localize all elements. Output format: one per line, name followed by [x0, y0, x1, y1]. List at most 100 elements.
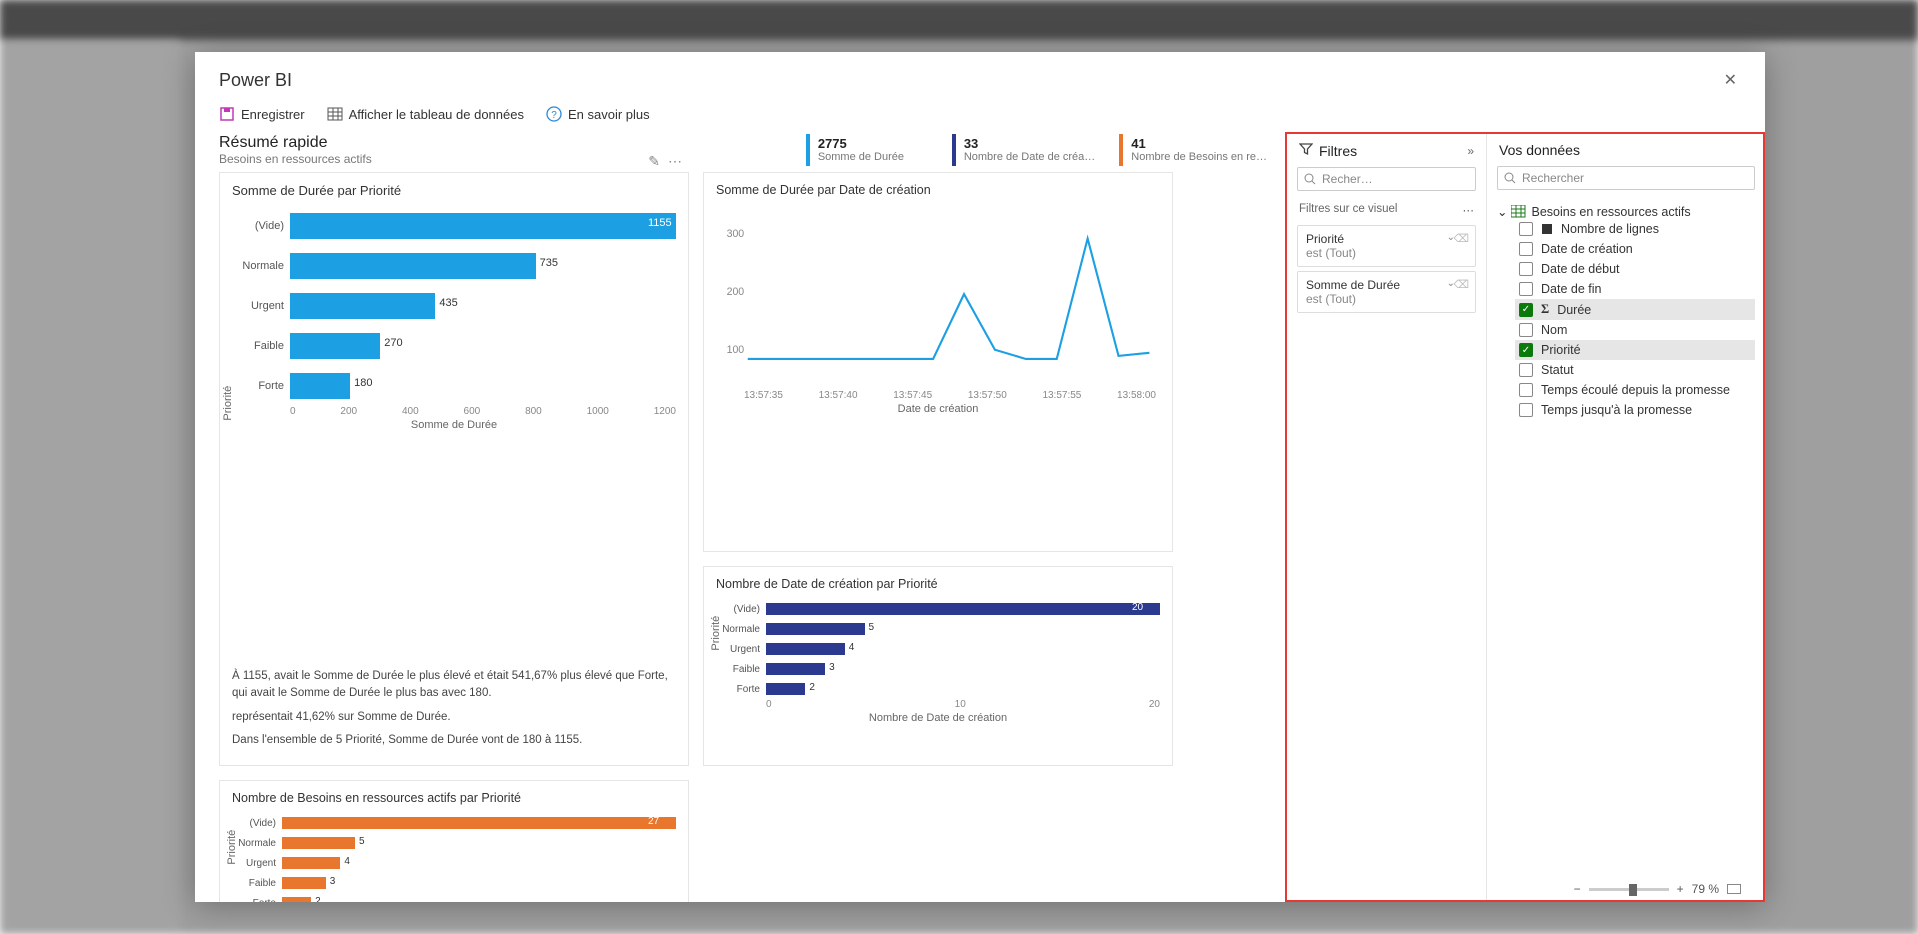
field-label: Temps jusqu'à la promesse	[1541, 403, 1692, 417]
bar-row: Forte 2	[716, 679, 1160, 699]
field-label: Priorité	[1541, 343, 1581, 357]
bar-row: Normale 735	[232, 246, 676, 286]
chart-title: Nombre de Besoins en ressources actifs p…	[232, 791, 676, 805]
summary-subtitle: Besoins en ressources actifs	[219, 152, 372, 166]
search-icon	[1304, 173, 1316, 185]
data-field-row[interactable]: Σ Durée	[1515, 299, 1755, 320]
learn-more-button[interactable]: ? En savoir plus	[546, 106, 650, 122]
data-field-row[interactable]: Date de création	[1515, 239, 1755, 259]
chart-card-count-need[interactable]: Nombre de Besoins en ressources actifs p…	[219, 780, 689, 902]
save-button[interactable]: Enregistrer	[219, 106, 305, 122]
svg-text:100: 100	[727, 344, 745, 356]
chevron-down-icon: ⌄	[1497, 204, 1507, 219]
bar-row: (Vide) 27	[232, 813, 676, 833]
checkbox[interactable]	[1519, 403, 1533, 417]
checkbox[interactable]	[1519, 262, 1533, 276]
edit-icon[interactable]: ✎	[648, 153, 660, 170]
svg-text:?: ?	[551, 110, 557, 121]
bar-row: (Vide) 1155	[232, 206, 676, 246]
checkbox[interactable]	[1519, 282, 1533, 296]
svg-text:200: 200	[727, 286, 745, 298]
checkbox[interactable]	[1519, 303, 1533, 317]
data-pane-title: Vos données	[1499, 142, 1580, 158]
bar-row: Forte 180	[232, 366, 676, 406]
insight-text: représentait 41,62% sur Somme de Durée.	[232, 709, 676, 726]
kpi-value: 33	[964, 136, 1095, 151]
chart-card-count-date[interactable]: Nombre de Date de création par Priorité …	[703, 566, 1173, 766]
insight-text: Dans l'ensemble de 5 Priorité, Somme de …	[232, 732, 676, 749]
table-icon	[1511, 205, 1527, 219]
bar-row: Normale 5	[232, 833, 676, 853]
field-label: Date de début	[1541, 262, 1620, 276]
checkbox[interactable]	[1519, 383, 1533, 397]
field-label: Temps écoulé depuis la promesse	[1541, 383, 1730, 397]
kpi-label: Nombre de Besoins en re…	[1131, 151, 1267, 163]
field-label: Nombre de lignes	[1561, 222, 1659, 236]
clear-filter-icon[interactable]: ⌫	[1453, 278, 1469, 291]
field-label: Statut	[1541, 363, 1574, 377]
filters-search-input[interactable]: Recher…	[1297, 167, 1476, 191]
bar-row: Normale 5	[716, 619, 1160, 639]
close-icon[interactable]: ✕	[1720, 66, 1741, 94]
field-label: Durée	[1557, 303, 1591, 317]
svg-text:300: 300	[727, 228, 745, 240]
data-search-input[interactable]: Rechercher	[1497, 166, 1755, 190]
data-field-row[interactable]: Temps jusqu'à la promesse	[1515, 400, 1755, 420]
kpi-label: Nombre de Date de créa…	[964, 151, 1095, 163]
chart-card-duree-priorite[interactable]: ✎ ⋯ Somme de Durée par Priorité Priorité…	[219, 172, 689, 766]
save-icon	[219, 106, 235, 122]
bar-row: Urgent 4	[716, 639, 1160, 659]
powerbi-modal: Power BI ✕ Enregistrer Afficher le table…	[195, 52, 1765, 902]
sigma-icon: Σ	[1541, 302, 1549, 317]
data-field-row[interactable]: Priorité	[1515, 340, 1755, 360]
data-field-row[interactable]: Statut	[1515, 360, 1755, 380]
filters-title: Filtres	[1319, 143, 1357, 159]
kpi-card[interactable]: 33 Nombre de Date de créa…	[952, 134, 1103, 166]
data-field-row[interactable]: Nom	[1515, 320, 1755, 340]
filter-card[interactable]: Somme de Duréeest (Tout) ⌄ ⌫	[1297, 271, 1476, 313]
chart-title: Somme de Durée par Date de création	[716, 183, 1160, 197]
data-pane: Vos données Rechercher ⌄ Besoins en ress…	[1487, 132, 1765, 902]
summary-title: Résumé rapide	[219, 134, 372, 152]
count-icon	[1541, 223, 1553, 235]
filter-card[interactable]: Prioritéest (Tout) ⌄ ⌫	[1297, 225, 1476, 267]
chart-title: Somme de Durée par Priorité	[232, 183, 676, 198]
more-icon[interactable]: ⋯	[668, 153, 682, 170]
kpi-label: Somme de Durée	[818, 151, 928, 163]
checkbox[interactable]	[1519, 323, 1533, 337]
data-field-row[interactable]: Date de fin	[1515, 279, 1755, 299]
bar-row: Faible 270	[232, 326, 676, 366]
chart-card-duree-date[interactable]: Somme de Durée par Date de création 300 …	[703, 172, 1173, 552]
kpi-value: 41	[1131, 136, 1267, 151]
clear-filter-icon[interactable]: ⌫	[1453, 232, 1469, 245]
data-field-row[interactable]: Temps écoulé depuis la promesse	[1515, 380, 1755, 400]
insight-text: À 1155, avait le Somme de Durée le plus …	[232, 668, 676, 703]
data-field-row[interactable]: Date de début	[1515, 259, 1755, 279]
kpi-card[interactable]: 41 Nombre de Besoins en re…	[1119, 134, 1275, 166]
field-label: Date de fin	[1541, 282, 1601, 296]
search-icon	[1504, 172, 1516, 184]
checkbox[interactable]	[1519, 242, 1533, 256]
filter-icon	[1299, 142, 1313, 159]
field-label: Date de création	[1541, 242, 1633, 256]
bar-row: (Vide) 20	[716, 599, 1160, 619]
checkbox[interactable]	[1519, 222, 1533, 236]
collapse-icon[interactable]: »	[1467, 144, 1474, 158]
help-icon: ?	[546, 106, 562, 122]
more-icon[interactable]: ⋯	[1463, 203, 1475, 217]
kpi-card[interactable]: 2775 Somme de Durée	[806, 134, 936, 166]
show-table-button[interactable]: Afficher le tableau de données	[327, 106, 524, 122]
bar-row: Urgent 4	[232, 853, 676, 873]
checkbox[interactable]	[1519, 343, 1533, 357]
data-field-row[interactable]: Nombre de lignes	[1515, 219, 1755, 239]
field-label: Nom	[1541, 323, 1567, 337]
bar-row: Urgent 435	[232, 286, 676, 326]
table-icon	[327, 106, 343, 122]
chart-title: Nombre de Date de création par Priorité	[716, 577, 1160, 591]
bar-row: Faible 3	[716, 659, 1160, 679]
checkbox[interactable]	[1519, 363, 1533, 377]
data-table-root[interactable]: ⌄ Besoins en ressources actifs	[1497, 204, 1755, 219]
modal-title: Power BI	[219, 70, 292, 91]
filters-pane: Filtres » Recher… Filtres sur ce visuel …	[1287, 132, 1487, 902]
bar-row: Forte 2	[232, 893, 676, 902]
